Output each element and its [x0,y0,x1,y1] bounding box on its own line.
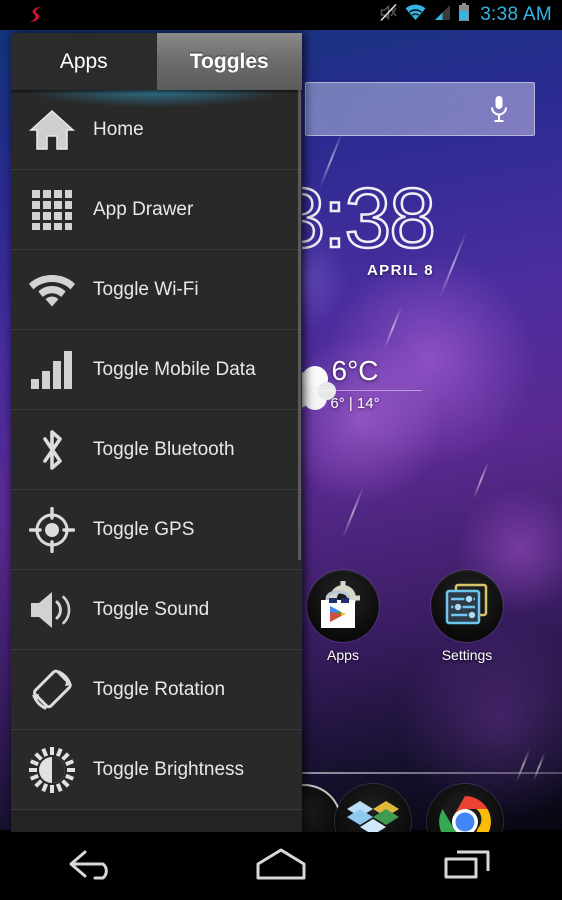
tab-apps[interactable]: Apps [11,33,157,90]
list-item-toggle-rotation[interactable]: Toggle Rotation [11,650,302,730]
list-item-toggle-brightness[interactable]: Toggle Brightness [11,730,302,810]
shortcut-label: Apps [293,647,393,663]
grid-icon [11,188,93,232]
microphone-icon[interactable] [488,94,510,129]
list-item-toggle-bluetooth[interactable]: Toggle Bluetooth [11,410,302,490]
settings-sliders-icon [431,570,503,642]
status-icons: 3:38 AM [379,0,552,30]
list-item-label: Toggle Rotation [93,679,225,701]
panel-tabs: Apps Toggles [11,33,302,90]
tab-toggles[interactable]: Toggles [157,33,303,90]
android-screen: 3:38 APRIL 8 6°C 6° | 14° [0,0,562,900]
status-bar: 3:38 AM [0,0,562,30]
sidebar-panel: Apps Toggles Home [11,33,302,832]
list-item-label: Toggle Bluetooth [93,439,235,461]
list-item-partial[interactable] [11,810,302,832]
list-item-toggle-sound[interactable]: Toggle Sound [11,570,302,650]
signal-icon [433,4,451,27]
tab-label: Toggles [190,50,269,74]
list-item-toggle-gps[interactable]: Toggle GPS [11,490,302,570]
mute-icon [379,3,398,27]
shortcut-label: Settings [417,647,517,663]
wifi-icon [11,271,93,309]
list-item-label: Home [93,119,144,141]
back-arrow-icon [67,847,121,886]
rotation-icon [11,667,93,713]
signal-bars-icon [11,349,93,391]
nav-recents-button[interactable] [413,832,523,900]
nav-back-button[interactable] [39,832,149,900]
gps-icon [11,507,93,553]
brand-icon [28,5,44,30]
list-item-label: Toggle Sound [93,599,209,621]
recents-icon [443,847,493,886]
list-item-label: App Drawer [93,199,193,221]
bluetooth-icon [11,427,93,473]
weather-divider [288,390,422,391]
status-clock: 3:38 AM [480,4,552,26]
speaker-icon [11,589,93,631]
tab-shadow [11,90,302,94]
nav-home-button[interactable] [226,832,336,900]
battery-icon [458,3,470,27]
play-store-gear-icon [307,570,379,642]
shortcut-settings[interactable]: Settings [417,570,517,663]
navigation-bar [0,832,562,900]
wifi-icon [405,4,426,27]
toggles-list[interactable]: Home [11,90,302,832]
list-item-label: Toggle Wi-Fi [93,279,199,301]
home-pentagon-icon [253,847,309,886]
tab-label: Apps [60,50,108,74]
google-search-bar[interactable] [305,82,535,136]
brightness-icon [11,747,93,793]
list-item-toggle-mobile-data[interactable]: Toggle Mobile Data [11,330,302,410]
list-item-app-drawer[interactable]: App Drawer [11,170,302,250]
shortcut-apps[interactable]: Apps [293,570,393,663]
home-icon [11,108,93,152]
list-item-label: Toggle Brightness [93,759,244,781]
list-item-label: Toggle GPS [93,519,194,541]
list-item-toggle-wifi[interactable]: Toggle Wi-Fi [11,250,302,330]
list-item-home[interactable]: Home [11,90,302,170]
list-item-label: Toggle Mobile Data [93,359,256,381]
scrollbar[interactable] [298,90,301,560]
dock-divider [300,772,562,774]
